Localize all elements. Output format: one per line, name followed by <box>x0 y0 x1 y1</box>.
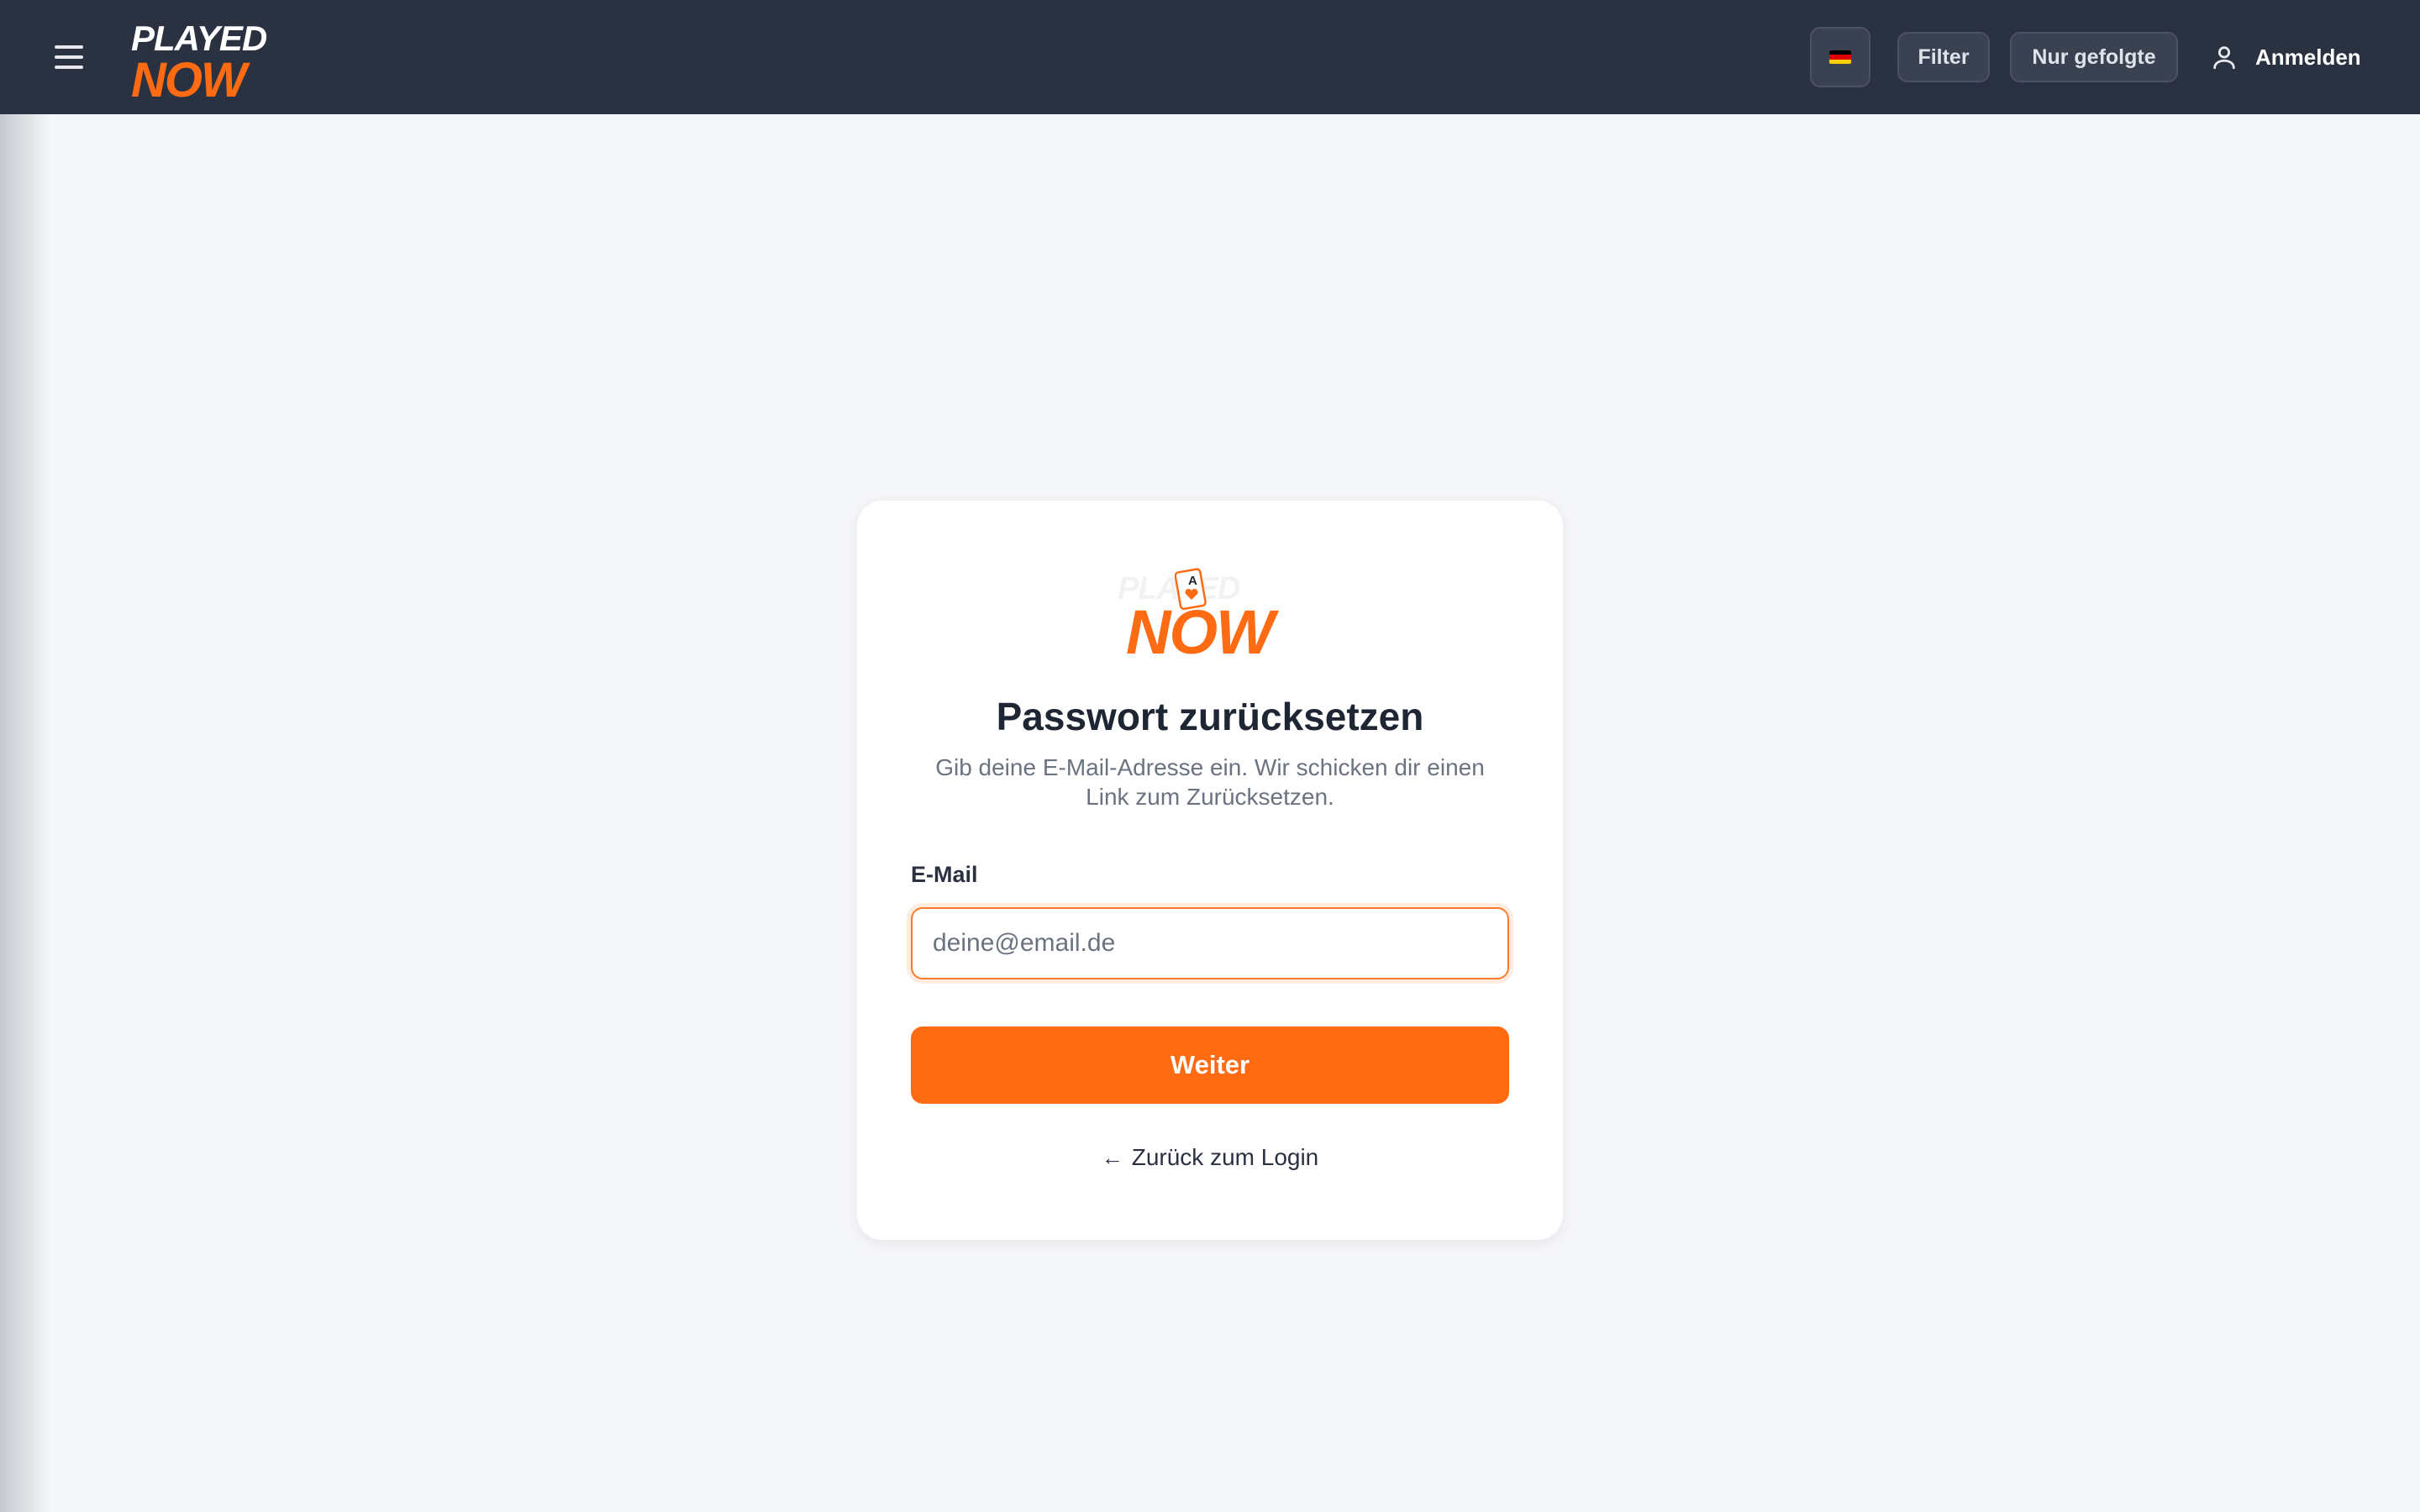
hamburger-menu-icon[interactable] <box>49 40 89 74</box>
card-brand-logo: PLAYED A NOW <box>1109 568 1311 669</box>
back-to-login-label: Zurück zum Login <box>1131 1144 1319 1170</box>
arrow-left-icon: ← <box>1101 1144 1123 1170</box>
filter-button[interactable]: Filter <box>1897 32 1990 82</box>
top-navigation-bar: PLAYED NOW Filter Nur gefolgte Anmelden <box>0 0 2420 114</box>
continue-button[interactable]: Weiter <box>911 1026 1509 1104</box>
password-reset-card: PLAYED A NOW Passwort zurücksetzen Gib d… <box>857 501 1563 1240</box>
page-title: Passwort zurücksetzen <box>996 695 1424 738</box>
language-selector-button[interactable] <box>1810 27 1870 87</box>
followed-only-button[interactable]: Nur gefolgte <box>2010 32 2178 82</box>
sidebar-edge-shadow <box>0 114 50 1512</box>
brand-logo[interactable]: PLAYED NOW <box>131 18 291 108</box>
logo-now-text: NOW <box>131 53 247 108</box>
back-to-login-link[interactable]: ← Zurück zum Login <box>857 1144 1563 1171</box>
email-field-label: E-Mail <box>911 862 978 887</box>
de-flag-icon <box>1829 50 1851 64</box>
user-icon <box>2213 46 2235 70</box>
login-button[interactable]: Anmelden <box>2210 32 2361 82</box>
page-subtitle: Gib deine E-Mail-Adresse ein. Wir schick… <box>935 754 1485 810</box>
card-logo-now-text: NOW <box>1126 597 1275 667</box>
login-label: Anmelden <box>2255 44 2361 70</box>
svg-text:A: A <box>1188 574 1197 588</box>
email-field[interactable] <box>911 907 1509 979</box>
